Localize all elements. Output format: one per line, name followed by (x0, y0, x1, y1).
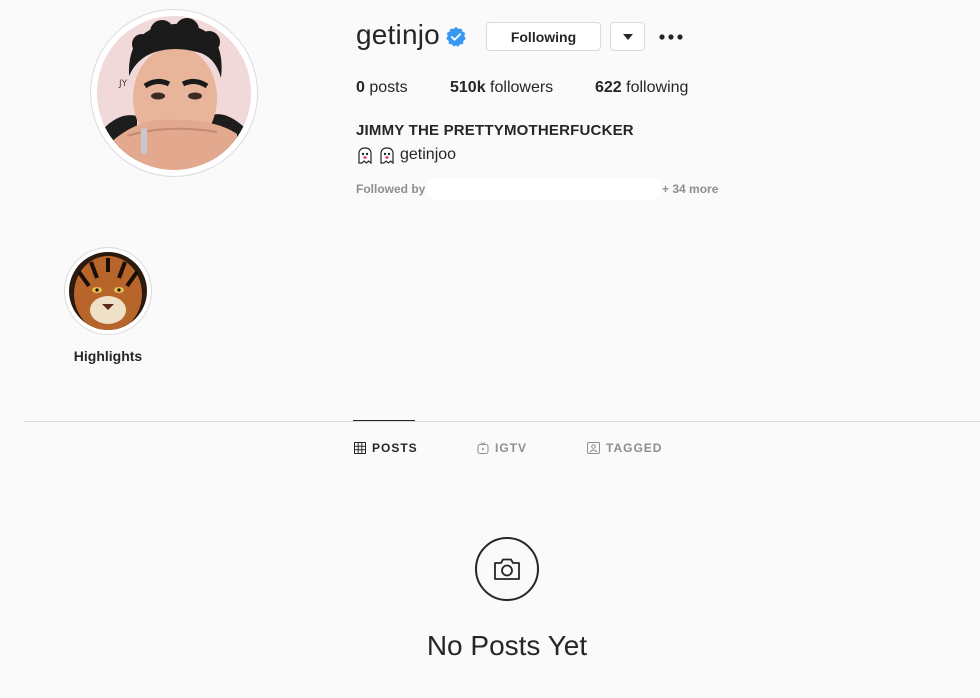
redacted-followers (427, 178, 661, 200)
highlight-circle[interactable] (64, 247, 152, 335)
tab-tagged[interactable]: TAGGED (587, 441, 662, 455)
following-count: 622 (595, 79, 622, 96)
posts-count: 0 (356, 79, 365, 96)
profile-full-name: JIMMY THE PRETTYMOTHERFUCKER (356, 122, 634, 139)
tab-posts-label: POSTS (372, 441, 418, 455)
igtv-icon (477, 442, 489, 454)
tab-igtv[interactable]: IGTV (477, 441, 527, 455)
profile-avatar-ring[interactable]: JY (90, 9, 258, 177)
tiger-image (69, 252, 147, 330)
empty-state-icon-circle (475, 537, 539, 601)
grid-icon (354, 442, 366, 454)
followed-by-more-link[interactable]: + 34 more (662, 182, 718, 196)
followed-by-label: Followed by (356, 182, 426, 196)
verified-badge-icon (446, 26, 466, 47)
followers-count: 510k (450, 79, 486, 96)
more-dots-icon (659, 34, 683, 40)
bio-text: getinjoo (400, 146, 457, 163)
more-options-button[interactable] (657, 27, 685, 47)
highlight-thumbnail (69, 252, 147, 330)
ghost-emoji-icon (380, 147, 394, 164)
active-tab-indicator (353, 420, 415, 421)
tab-tagged-label: TAGGED (606, 441, 663, 455)
tab-igtv-label: IGTV (495, 441, 528, 455)
suggestions-dropdown-button[interactable] (610, 22, 645, 51)
ghost-emoji-icon (358, 147, 372, 164)
posts-label: posts (369, 79, 408, 96)
tab-posts[interactable]: POSTS (354, 441, 418, 455)
svg-text:JY: JY (118, 79, 128, 89)
avatar[interactable]: JY (97, 16, 251, 170)
caret-down-icon (622, 33, 633, 40)
empty-state-text: No Posts Yet (426, 630, 588, 661)
highlight-label: Highlights (73, 348, 143, 364)
tabs-divider (24, 421, 980, 422)
tagged-icon (587, 442, 600, 454)
following-label: following (626, 79, 689, 96)
following-button[interactable]: Following (486, 22, 601, 51)
camera-icon (494, 558, 520, 580)
followers-label: followers (490, 79, 554, 96)
profile-bio: getinjoo (356, 146, 456, 164)
profile-username: getinjo (356, 19, 440, 50)
followers-stat[interactable]: 510k followers (450, 79, 553, 97)
avatar-illustration: JY (97, 16, 251, 170)
posts-stat: 0 posts (356, 79, 408, 97)
following-stat[interactable]: 622 following (595, 79, 688, 97)
